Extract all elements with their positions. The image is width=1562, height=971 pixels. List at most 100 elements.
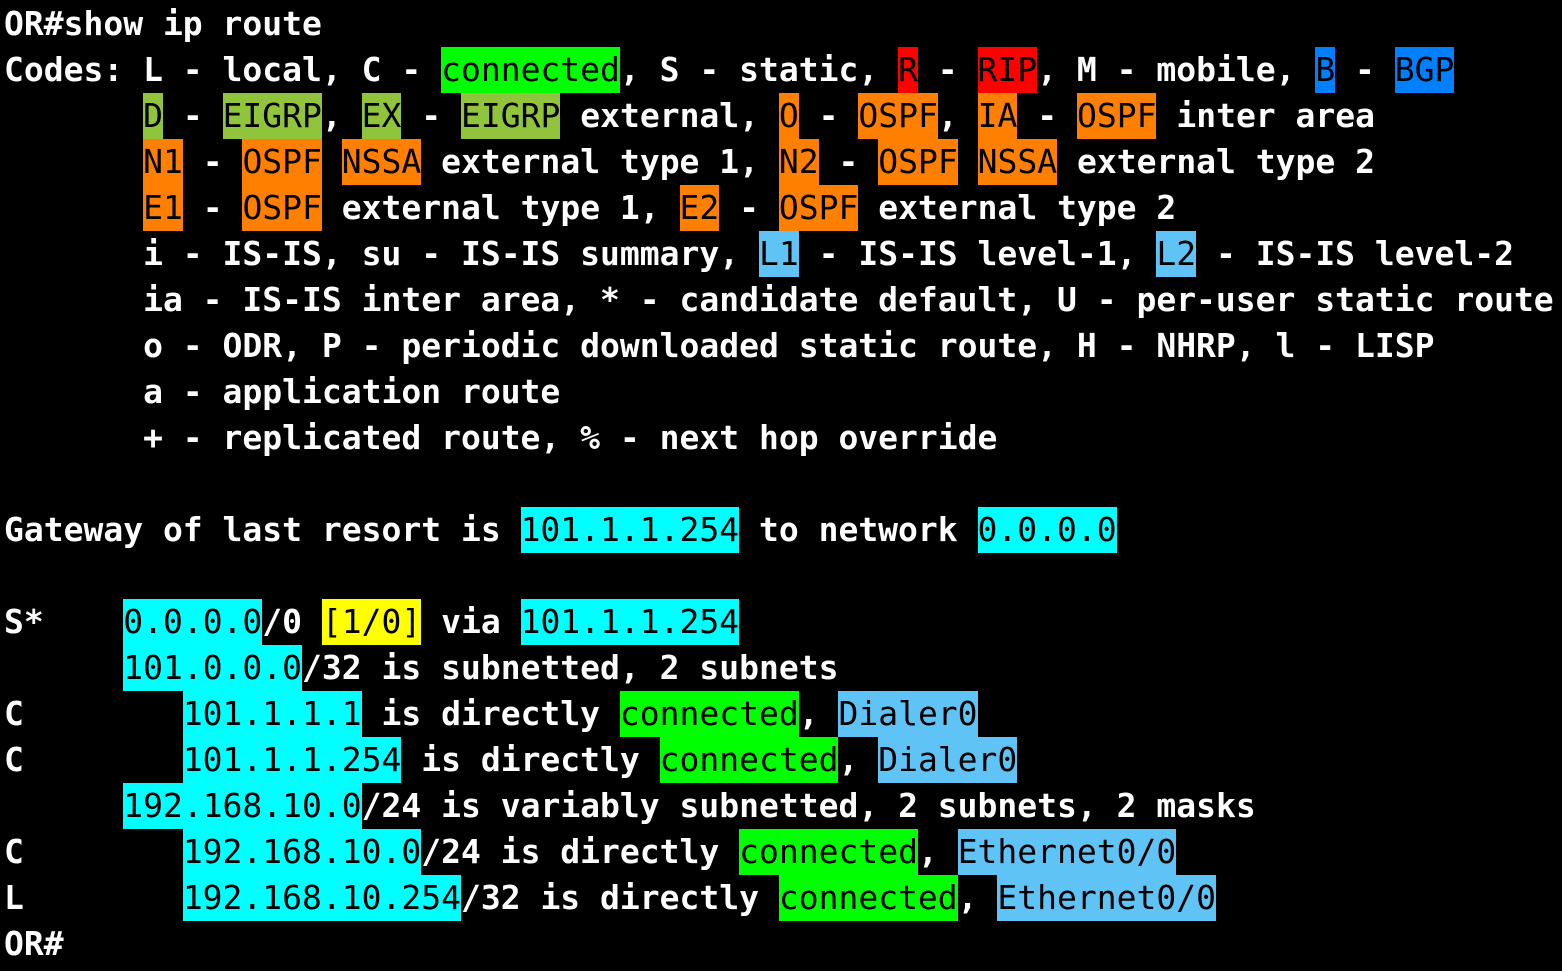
terminal-text: external type 1, (321, 188, 680, 227)
terminal-text: is directly (401, 740, 660, 779)
terminal-line: 101.0.0.0/32 is subnetted, 2 subnets (4, 645, 1562, 691)
terminal-text: - (182, 142, 243, 181)
terminal-line: Gateway of last resort is 101.1.1.254 to… (4, 507, 1562, 553)
terminal-line: E1 - OSPF external type 1, E2 - OSPF ext… (4, 185, 1562, 231)
terminal-line: OR#show ip route (4, 1, 1562, 47)
terminal-text: /32 is directly (460, 878, 779, 917)
terminal-text: C (4, 694, 183, 733)
terminal-text: - (1335, 50, 1395, 89)
terminal-text: , S - static, (619, 50, 899, 89)
terminal-text: - (818, 142, 879, 181)
highlighted-term: 101.1.1.254 (520, 599, 740, 645)
highlighted-term: NSSA (341, 139, 422, 185)
highlighted-term: OSPF (778, 185, 859, 231)
highlighted-term: 192.168.10.254 (182, 875, 461, 921)
highlighted-term: connected (739, 829, 918, 875)
highlighted-term: RIP (977, 47, 1038, 93)
highlighted-term: [1/0] (321, 599, 422, 645)
terminal-text: S* (4, 602, 124, 641)
highlighted-term: NSSA (977, 139, 1058, 185)
terminal-line: S* 0.0.0.0/0 [1/0] via 101.1.1.254 (4, 599, 1562, 645)
terminal-text: Codes: L - local, C - (4, 50, 442, 89)
terminal-text: , (798, 694, 839, 733)
terminal-line: + - replicated route, % - next hop overr… (4, 415, 1562, 461)
terminal-text: - IS-IS level-2 (1196, 234, 1514, 273)
terminal-text: , (937, 96, 978, 135)
highlighted-term: D (143, 93, 163, 139)
terminal-line: C 101.1.1.254 is directly connected, Dia… (4, 737, 1562, 783)
highlighted-term: 192.168.10.0 (123, 783, 362, 829)
highlighted-term: EIGRP (461, 93, 561, 139)
terminal-text: external type 2 (858, 188, 1177, 227)
terminal-text: is directly (361, 694, 620, 733)
terminal-text: o - ODR, P - periodic downloaded static … (4, 326, 1435, 365)
terminal-text: external type 2 (1057, 142, 1375, 181)
terminal-text: /0 (262, 602, 322, 641)
terminal-text: , (321, 96, 362, 135)
highlighted-term: BGP (1394, 47, 1455, 93)
terminal-text: , (917, 832, 958, 871)
terminal-text: - (401, 96, 462, 135)
highlighted-term: IA (977, 93, 1018, 139)
terminal-text: /32 is subnetted, 2 subnets (302, 648, 839, 687)
terminal-text: , (838, 740, 879, 779)
highlighted-term: OSPF (242, 185, 322, 231)
terminal-text: to network (739, 510, 978, 549)
terminal-text: OR#show ip route (4, 4, 322, 43)
terminal-line: o - ODR, P - periodic downloaded static … (4, 323, 1562, 369)
terminal-text: /24 is directly (421, 832, 740, 871)
terminal-line: D - EIGRP, EX - EIGRP external, O - OSPF… (4, 93, 1562, 139)
highlighted-term: 192.168.10.0 (182, 829, 422, 875)
terminal-text: ia - IS-IS inter area, * - candidate def… (4, 280, 1554, 319)
highlighted-term: OSPF (242, 139, 322, 185)
terminal-line: N1 - OSPF NSSA external type 1, N2 - OSP… (4, 139, 1562, 185)
terminal-line: L 192.168.10.254/32 is directly connecte… (4, 875, 1562, 921)
highlighted-term: Dialer0 (878, 737, 1018, 783)
highlighted-term: 101.1.1.254 (520, 507, 740, 553)
terminal-text: - (798, 96, 859, 135)
highlighted-term: OSPF (1076, 93, 1157, 139)
highlighted-term: O (778, 93, 799, 139)
highlighted-term: OSPF (858, 93, 938, 139)
highlighted-term: N2 (778, 139, 819, 185)
highlighted-term: 101.1.1.254 (182, 737, 402, 783)
highlighted-term: 101.0.0.0 (123, 645, 303, 691)
terminal-text: - (1017, 96, 1077, 135)
terminal-text: C (4, 832, 183, 871)
terminal-text: - (719, 188, 779, 227)
highlighted-term: Ethernet0/0 (957, 829, 1177, 875)
terminal-line: OR# (4, 921, 1562, 967)
terminal-text: + - replicated route, % - next hop overr… (4, 418, 998, 457)
highlighted-term: connected (778, 875, 958, 921)
highlighted-term: 0.0.0.0 (123, 599, 263, 645)
highlighted-term: R (898, 47, 918, 93)
highlighted-term: E1 (143, 185, 183, 231)
highlighted-term: EIGRP (222, 93, 322, 139)
highlighted-term: connected (619, 691, 799, 737)
highlighted-term: E2 (679, 185, 720, 231)
terminal-window[interactable]: OR#show ip route Codes: L - local, C - co… (0, 1, 1562, 971)
terminal-text: external type 1, (421, 142, 779, 181)
terminal-text: external, (560, 96, 779, 135)
highlighted-term: L1 (758, 231, 799, 277)
highlighted-term: 0.0.0.0 (977, 507, 1117, 553)
terminal-line: ia - IS-IS inter area, * - candidate def… (4, 277, 1562, 323)
terminal-text: i - IS-IS, su - IS-IS summary, (4, 234, 759, 273)
highlighted-term: Dialer0 (838, 691, 978, 737)
highlighted-term: Ethernet0/0 (997, 875, 1216, 921)
terminal-text: - (182, 188, 243, 227)
terminal-text: , M - mobile, (1037, 50, 1316, 89)
terminal-text: - (162, 96, 223, 135)
terminal-text: OR# (4, 924, 64, 963)
terminal-text: - (917, 50, 978, 89)
highlighted-term: EX (361, 93, 402, 139)
terminal-text: L (4, 878, 183, 917)
